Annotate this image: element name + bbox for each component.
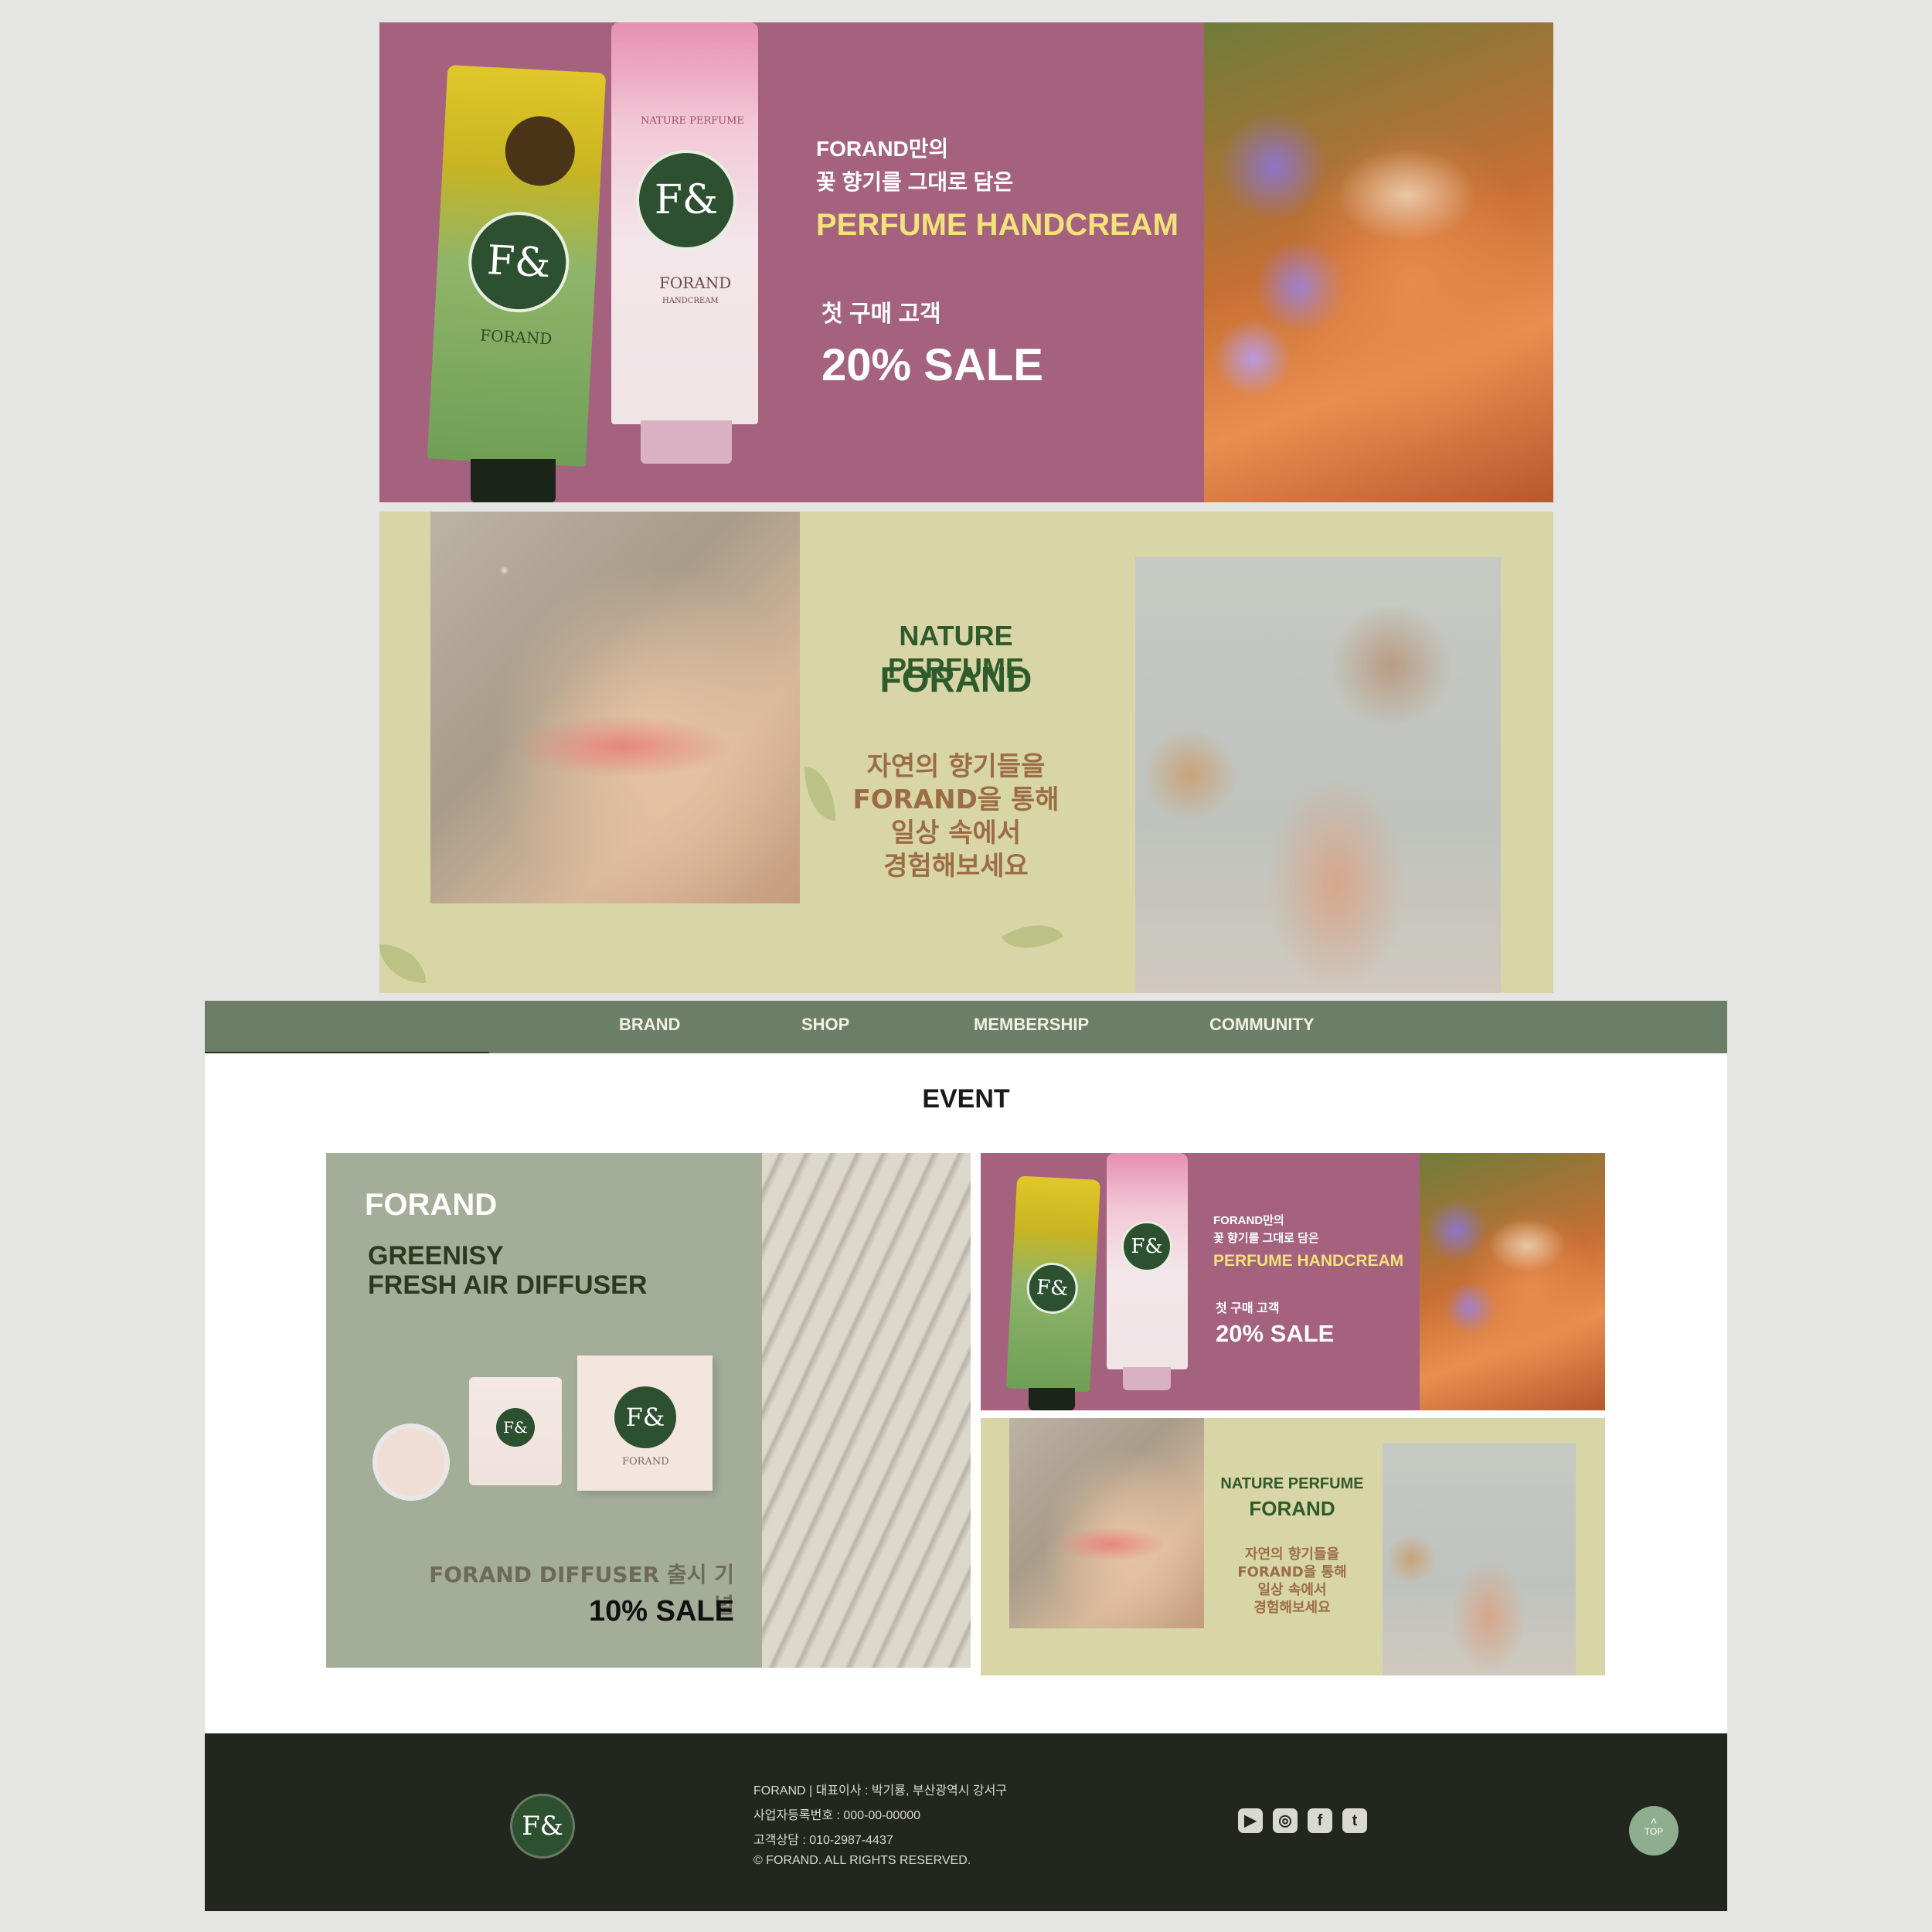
handcream-tube-sunflower: F& FORAND: [427, 64, 607, 468]
nature-copy-line: 경험해보세요: [883, 851, 1029, 882]
brand-seal-icon: F&: [1026, 1261, 1080, 1315]
handcream-cap-black: [1029, 1388, 1075, 1410]
top-button-label: TOP: [1644, 1826, 1664, 1837]
small-promo-value: 20% SALE: [1216, 1320, 1335, 1347]
nav-community[interactable]: COMMUNITY: [1209, 1001, 1315, 1053]
small-intro-line1: FORAND만의: [1213, 1214, 1284, 1227]
hero-banner-nature[interactable]: NATURE PERFUME FORAND 자연의 향기들을 FORAND을 통…: [379, 512, 1553, 993]
handcream-cap-black: [471, 459, 556, 502]
nature-brand: FORAND: [1249, 1497, 1335, 1520]
footer-logo[interactable]: F&: [510, 1794, 575, 1859]
facebook-icon[interactable]: f: [1308, 1808, 1332, 1833]
chevron-up-icon: ˄: [1650, 1815, 1658, 1827]
hero-banner-handcream[interactable]: F& FORAND NATURE PERFUME F& FORAND HANDC…: [379, 22, 1553, 502]
hero-promo-value: 20% SALE: [821, 340, 1043, 390]
small-intro-line2: 꽃 향기를 그대로 담은: [1213, 1232, 1319, 1245]
main-navigation: BRAND SHOP MEMBERSHIP COMMUNITY: [205, 1001, 1727, 1055]
brand-seal-icon: F&: [636, 150, 736, 250]
company-info-line: FORAND | 대표이사 : 박기룡, 부산광역시 강서구: [753, 1784, 1008, 1798]
nav-brand[interactable]: BRAND: [619, 1001, 680, 1053]
diffuser-brand: FORAND: [365, 1188, 498, 1222]
brand-seal-icon: F&: [496, 1408, 535, 1447]
box-brand-label: FORAND: [622, 1456, 669, 1468]
nature-brand: FORAND: [879, 659, 1032, 699]
event-banner-diffuser[interactable]: FORAND GREENISY FRESH AIR DIFFUSER F& F&…: [326, 1153, 971, 1668]
hero-promo-line: 첫 구매 고객: [821, 301, 941, 327]
hero-intro-line2: 꽃 향기를 그대로 담은: [816, 170, 1014, 194]
handcream-tube-blossom: NATURE PERFUME F& FORAND HANDCREAM: [611, 22, 758, 424]
tube-brand-label: FORAND: [659, 274, 732, 292]
hand-shadow-photo: [1135, 557, 1501, 993]
nav-shop[interactable]: SHOP: [801, 1001, 849, 1053]
small-promo-line: 첫 구매 고객: [1216, 1302, 1280, 1315]
sunflower-center: [503, 114, 577, 188]
model-face-photo: [1009, 1418, 1204, 1628]
brand-seal-icon: F&: [1121, 1221, 1172, 1272]
event-banner-handcream[interactable]: F& F& FORAND만의 꽃 향기를 그대로 담은 PERFUME HAND…: [981, 1153, 1605, 1410]
scroll-top-button[interactable]: ˄ TOP: [1629, 1806, 1679, 1855]
leaf-decoration: [804, 767, 835, 821]
nature-copy-line: 일상 속에서: [890, 818, 1022, 849]
model-with-flowers-photo: [1420, 1153, 1605, 1410]
model-with-flowers-photo: [1204, 22, 1553, 502]
hand-shadow-photo: [1383, 1443, 1576, 1675]
handcream-tube-blossom: F&: [1107, 1153, 1188, 1369]
hero-intro-line1: FORAND만의: [816, 137, 949, 161]
tube-tag-label: NATURE PERFUME: [641, 115, 744, 127]
handcream-tube-sunflower: F&: [1005, 1175, 1101, 1393]
nature-copy-line: 경험해보세요: [1253, 1600, 1331, 1616]
hero-product-name: PERFUME HANDCREAM: [816, 208, 1179, 242]
diffuser-sale-text: 10% SALE: [589, 1595, 734, 1628]
model-face-photo: [430, 512, 800, 903]
handcream-cap-pink: [1123, 1367, 1171, 1390]
tube-type-label: HANDCREAM: [662, 297, 719, 305]
tube-brand-label: FORAND: [479, 325, 553, 349]
candle-jar: F&: [469, 1377, 562, 1485]
palm-shadow-photo: [762, 1153, 971, 1668]
company-info-line: 사업자등록번호 : 000-00-00000: [753, 1809, 921, 1822]
leaf-decoration: [379, 944, 426, 983]
candle-lid: [372, 1423, 450, 1501]
instagram-icon[interactable]: ◎: [1273, 1808, 1298, 1833]
nature-tagline: NATURE PERFUME: [1220, 1475, 1364, 1492]
nav-membership[interactable]: MEMBERSHIP: [974, 1001, 1089, 1053]
nature-copy-line: 자연의 향기들을: [866, 751, 1046, 782]
event-title: EVENT: [922, 1084, 1010, 1114]
nature-copy-line: FORAND을 통해: [852, 784, 1060, 815]
brand-seal-icon: F&: [614, 1386, 676, 1448]
handcream-cap-pink: [641, 420, 732, 464]
site-footer: F& FORAND | 대표이사 : 박기룡, 부산광역시 강서구 사업자등록번…: [205, 1733, 1727, 1911]
small-product-name: PERFUME HANDCREAM: [1213, 1252, 1404, 1270]
diffuser-product-line1: GREENISY: [368, 1241, 504, 1270]
leaf-decoration: [1001, 910, 1064, 964]
brand-seal-icon: F&: [465, 209, 572, 315]
candle-box: F& FORAND: [577, 1355, 713, 1491]
youtube-icon[interactable]: ▶: [1238, 1808, 1263, 1833]
diffuser-product-line2: FRESH AIR DIFFUSER: [368, 1270, 648, 1300]
event-banner-nature[interactable]: NATURE PERFUME FORAND 자연의 향기들을 FORAND을 통…: [981, 1418, 1605, 1675]
twitter-icon[interactable]: t: [1342, 1808, 1367, 1833]
company-info: FORAND | 대표이사 : 박기룡, 부산광역시 강서구 사업자등록번호 :…: [753, 1780, 1140, 1880]
company-info-line: 고객상담 : 010-2987-4437: [753, 1834, 893, 1847]
copyright-text: © FORAND. ALL RIGHTS RESERVED.: [753, 1854, 971, 1867]
